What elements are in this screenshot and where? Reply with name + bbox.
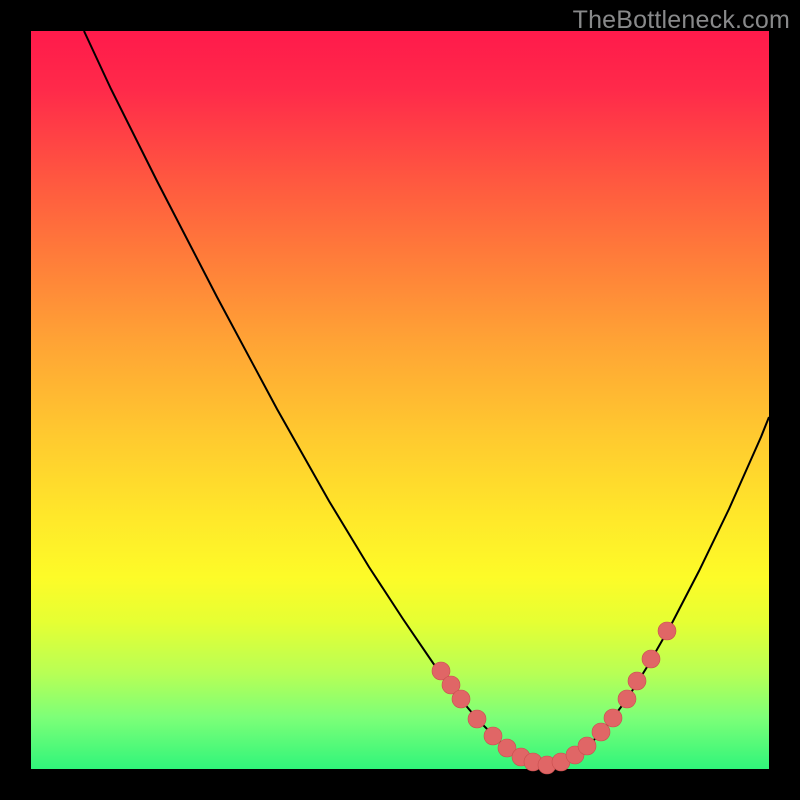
data-point bbox=[628, 672, 646, 690]
data-point bbox=[604, 709, 622, 727]
bottleneck-curve bbox=[84, 31, 769, 765]
data-point bbox=[452, 690, 470, 708]
data-point bbox=[658, 622, 676, 640]
data-point bbox=[642, 650, 660, 668]
data-point bbox=[468, 710, 486, 728]
plot-area bbox=[31, 31, 769, 769]
watermark-text: TheBottleneck.com bbox=[573, 6, 790, 35]
data-point bbox=[484, 727, 502, 745]
curve-layer bbox=[31, 31, 769, 769]
chart-stage: TheBottleneck.com bbox=[0, 0, 800, 800]
data-points bbox=[432, 622, 676, 774]
data-point bbox=[578, 737, 596, 755]
data-point bbox=[592, 723, 610, 741]
data-point bbox=[618, 690, 636, 708]
